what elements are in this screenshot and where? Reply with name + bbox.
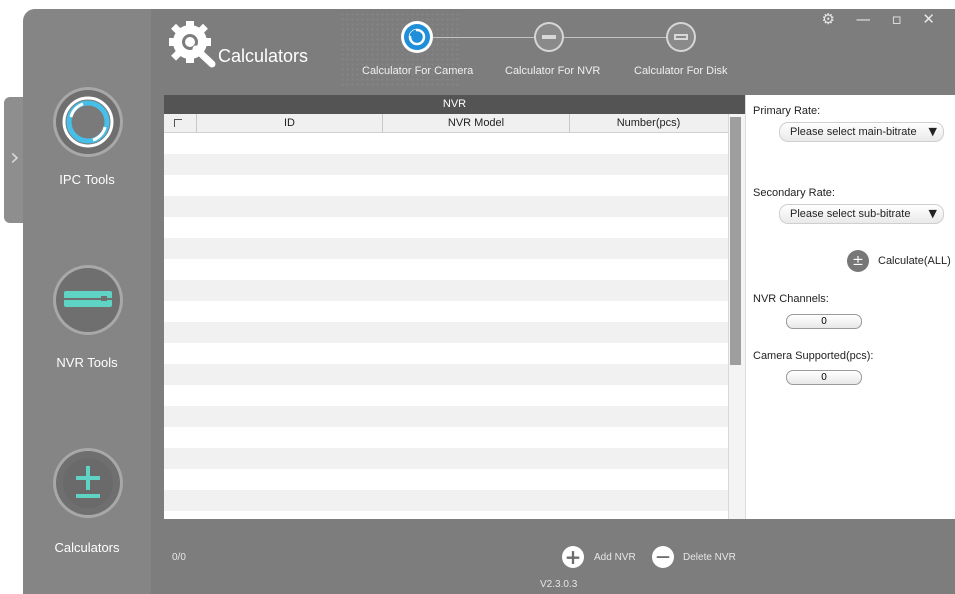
secondary-rate-label: Secondary Rate: xyxy=(753,187,835,199)
secondary-rate-value: Please select sub-bitrate xyxy=(790,208,911,220)
column-header-id[interactable]: ID xyxy=(197,114,383,132)
step-connector xyxy=(430,37,536,38)
version-label: V2.3.0.3 xyxy=(540,579,578,590)
ipc-tools-label: IPC Tools xyxy=(59,172,115,187)
table-row xyxy=(164,238,728,259)
scrollbar-thumb[interactable] xyxy=(730,117,741,365)
delete-nvr-button[interactable]: Delete NVR xyxy=(683,552,736,563)
calculate-icon[interactable]: ± xyxy=(847,250,869,272)
table-row xyxy=(164,217,728,238)
calculators-button[interactable] xyxy=(53,448,123,518)
app-title: Calculators xyxy=(218,46,309,66)
step-label-nvr[interactable]: Calculator For NVR xyxy=(505,65,600,77)
camera-supported-label: Camera Supported(pcs): xyxy=(753,350,874,362)
table-row xyxy=(164,469,728,490)
step-nvr-icon[interactable] xyxy=(536,24,562,50)
settings-panel xyxy=(745,95,955,519)
select-all-checkbox[interactable] xyxy=(164,114,197,132)
table-row xyxy=(164,427,728,448)
calculate-all-button[interactable]: Calculate(ALL) xyxy=(878,255,951,267)
nvr-tools-button[interactable] xyxy=(53,265,123,335)
primary-rate-value: Please select main-bitrate xyxy=(790,126,917,138)
add-nvr-button[interactable]: Add NVR xyxy=(594,552,636,563)
table-row xyxy=(164,280,728,301)
table-row xyxy=(164,301,728,322)
calculators-label: Calculators xyxy=(54,540,120,555)
nvr-device-icon xyxy=(64,291,112,307)
camera-supported-field: 0 xyxy=(786,370,862,385)
table-row xyxy=(164,259,728,280)
table-header: ID NVR Model Number(pcs) xyxy=(164,114,728,133)
table-row xyxy=(164,490,728,511)
table-row xyxy=(164,175,728,196)
column-header-number[interactable]: Number(pcs) xyxy=(570,114,727,132)
nvr-channels-field: 0 xyxy=(786,314,862,329)
table-row xyxy=(164,343,728,364)
step-connector xyxy=(562,37,668,38)
table-title: NVR xyxy=(164,95,745,114)
step-label-disk[interactable]: Calculator For Disk xyxy=(634,65,728,77)
page-count: 0/0 xyxy=(172,552,186,563)
column-header-nvr-model[interactable]: NVR Model xyxy=(383,114,570,132)
table-row xyxy=(164,196,728,217)
nvr-tools-label: NVR Tools xyxy=(56,355,118,370)
dropdown-arrow-icon: ▼ xyxy=(928,125,937,138)
table-row xyxy=(164,406,728,427)
plus-minus-icon xyxy=(63,458,113,508)
delete-nvr-icon[interactable]: — xyxy=(652,546,674,568)
table-row xyxy=(164,364,728,385)
step-disk-icon[interactable] xyxy=(668,24,694,50)
table-row xyxy=(164,154,728,175)
window-controls[interactable]: ⚙ — ▫ ✕ xyxy=(822,10,944,28)
dropdown-arrow-icon: ▼ xyxy=(928,207,937,220)
ipc-tools-button[interactable] xyxy=(53,87,123,157)
ipc-camera-icon xyxy=(62,96,114,148)
table-row xyxy=(164,322,728,343)
add-nvr-icon[interactable]: + xyxy=(562,546,584,568)
table-row xyxy=(164,448,728,469)
step-label-camera[interactable]: Calculator For Camera xyxy=(362,65,473,77)
primary-rate-select[interactable]: Please select main-bitrate ▼ xyxy=(779,122,944,142)
primary-rate-label: Primary Rate: xyxy=(753,105,821,117)
chevron-right-icon: › xyxy=(10,143,20,171)
table-row xyxy=(164,385,728,406)
step-camera-icon[interactable] xyxy=(404,24,430,50)
nvr-channels-label: NVR Channels: xyxy=(753,293,829,305)
secondary-rate-select[interactable]: Please select sub-bitrate ▼ xyxy=(779,204,944,224)
table-row xyxy=(164,133,728,154)
